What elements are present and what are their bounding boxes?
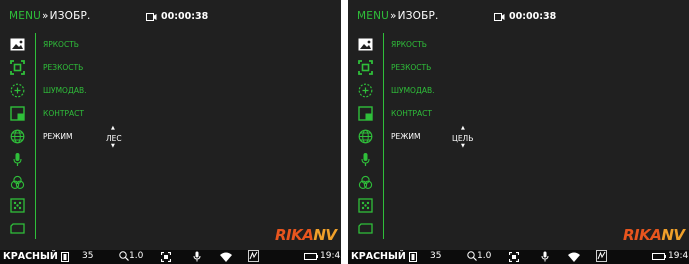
brand-logo: RIKANV: [275, 226, 337, 244]
submenu-label: ИЗОБР.: [49, 10, 91, 22]
brightness-level-icon: [409, 252, 417, 264]
mode-selector[interactable]: ▲ ЦЕЛЬ ▼: [452, 126, 474, 149]
clock-indicator: 19:43: [304, 251, 341, 261]
compass-icon: [596, 250, 607, 264]
wifi-icon: [568, 252, 580, 264]
contrast-icon[interactable]: [356, 104, 374, 122]
image-icon[interactable]: [8, 35, 26, 53]
menu-divider: [383, 33, 384, 239]
menu-item-mode[interactable]: РЕЖИМ: [391, 132, 420, 141]
recording-indicator: 00:00:38: [494, 11, 556, 22]
color-palette-icon[interactable]: [356, 173, 374, 191]
clock-time: 19:4: [668, 251, 689, 261]
palette-label: КРАСНЫЙ: [351, 251, 406, 262]
image-icon[interactable]: [356, 35, 374, 53]
battery-icon: [304, 252, 318, 260]
zoom-icon: [467, 251, 477, 261]
menu-item-noise-reduction[interactable]: ШУМОДАВ.: [391, 86, 434, 95]
focus-icon: [508, 251, 520, 264]
noise-reduction-icon[interactable]: [356, 81, 374, 99]
display-icon[interactable]: [356, 219, 374, 237]
mode-value: ЦЕЛЬ: [452, 134, 474, 143]
sharpness-icon[interactable]: [8, 58, 26, 76]
zoom-value: 1.0: [129, 251, 144, 261]
chevron-up-icon[interactable]: ▲: [111, 126, 115, 131]
menu-item-brightness[interactable]: ЯРКОСТЬ: [43, 40, 79, 49]
menu-item-contrast[interactable]: КОНТРАСТ: [43, 109, 84, 118]
device-screen-left: MENU»ИЗОБР. 00:00:38 ЯРКОСТЬ РЕЗКОСТЬ ШУ…: [0, 0, 341, 264]
grid-icon[interactable]: [356, 196, 374, 214]
sharpness-icon[interactable]: [356, 58, 374, 76]
breadcrumb: MENU»ИЗОБР.: [9, 10, 91, 22]
level-value: 35: [82, 251, 94, 261]
globe-icon[interactable]: [356, 127, 374, 145]
mode-value: ЛЕС: [106, 134, 122, 143]
breadcrumb-separator: »: [390, 10, 397, 22]
chevron-down-icon[interactable]: ▼: [111, 144, 115, 149]
focus-icon: [160, 251, 172, 264]
globe-icon[interactable]: [8, 127, 26, 145]
level-value: 35: [430, 251, 442, 261]
wifi-icon: [220, 252, 232, 264]
logo-text-rika: RIKA: [275, 226, 314, 244]
zoom-indicator: 1.0: [467, 251, 491, 261]
zoom-indicator: 1.0: [119, 251, 143, 261]
menu-item-noise-reduction[interactable]: ШУМОДАВ.: [43, 86, 86, 95]
header-bar: MENU»ИЗОБР. 00:00:38: [0, 0, 341, 28]
compass-icon: [248, 250, 259, 264]
microphone-status-icon: [541, 251, 549, 264]
breadcrumb: MENU»ИЗОБР.: [357, 10, 439, 22]
chevron-up-icon[interactable]: ▲: [461, 126, 465, 131]
menu-item-sharpness[interactable]: РЕЗКОСТЬ: [43, 63, 83, 72]
video-record-icon: [146, 12, 157, 21]
menu-divider: [35, 33, 36, 239]
status-bar: КРАСНЫЙ 35 1.0 19:4: [348, 250, 689, 264]
palette-label: КРАСНЫЙ: [3, 251, 58, 262]
status-bar: КРАСНЫЙ 35 1.0 19:43: [0, 250, 341, 264]
clock-time: 19:43: [320, 251, 341, 261]
noise-reduction-icon[interactable]: [8, 81, 26, 99]
battery-icon: [652, 252, 666, 260]
color-palette-icon[interactable]: [8, 173, 26, 191]
microphone-status-icon: [193, 251, 201, 264]
grid-icon[interactable]: [8, 196, 26, 214]
logo-text-nv: NV: [661, 226, 685, 244]
menu-item-contrast[interactable]: КОНТРАСТ: [391, 109, 432, 118]
video-record-icon: [494, 12, 505, 21]
microphone-icon[interactable]: [356, 150, 374, 168]
microphone-icon[interactable]: [8, 150, 26, 168]
logo-text-rika: RIKA: [623, 226, 662, 244]
zoom-icon: [119, 251, 129, 261]
clock-indicator: 19:4: [652, 251, 688, 261]
recording-indicator: 00:00:38: [146, 11, 208, 22]
device-screen-right: MENU»ИЗОБР. 00:00:38 ЯРКОСТЬ РЕЗКОСТЬ ШУ…: [348, 0, 689, 264]
mode-selector[interactable]: ▲ ЛЕС ▼: [106, 126, 122, 149]
menu-item-brightness[interactable]: ЯРКОСТЬ: [391, 40, 427, 49]
contrast-icon[interactable]: [8, 104, 26, 122]
logo-text-nv: NV: [313, 226, 337, 244]
brightness-level-icon: [61, 252, 69, 264]
submenu-label: ИЗОБР.: [397, 10, 439, 22]
record-time: 00:00:38: [161, 11, 209, 22]
display-icon[interactable]: [8, 219, 26, 237]
header-bar: MENU»ИЗОБР. 00:00:38: [348, 0, 689, 28]
menu-item-sharpness[interactable]: РЕЗКОСТЬ: [391, 63, 431, 72]
record-time: 00:00:38: [509, 11, 557, 22]
brand-logo: RIKANV: [623, 226, 685, 244]
zoom-value: 1.0: [477, 251, 492, 261]
chevron-down-icon[interactable]: ▼: [461, 144, 465, 149]
breadcrumb-separator: »: [42, 10, 49, 22]
menu-item-mode[interactable]: РЕЖИМ: [43, 132, 72, 141]
menu-label: MENU: [357, 10, 390, 22]
menu-label: MENU: [9, 10, 42, 22]
